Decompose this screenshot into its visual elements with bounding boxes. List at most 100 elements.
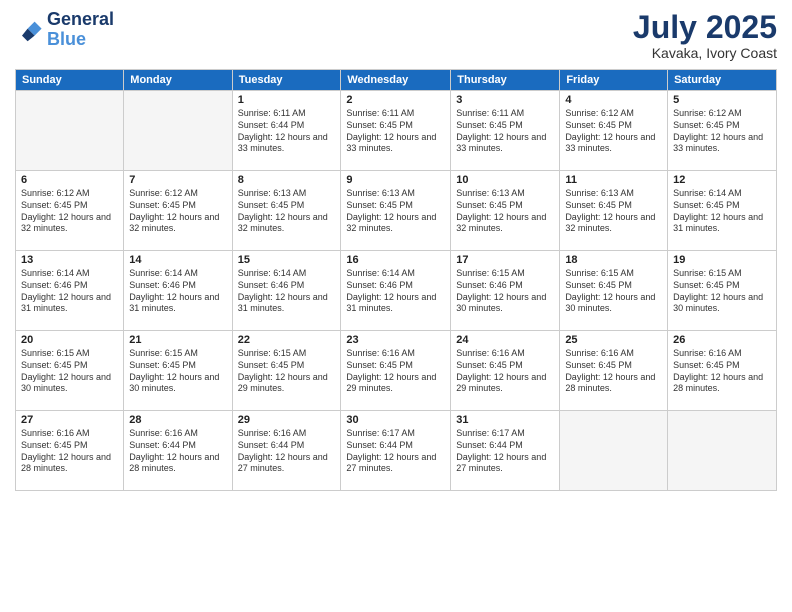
- day-cell: 6Sunrise: 6:12 AMSunset: 6:45 PMDaylight…: [16, 171, 124, 251]
- day-cell: 23 Sunrise: 6:16 AMSunset: 6:45 PMDayligh…: [341, 331, 451, 411]
- day-info: Sunrise: 6:17 AMSunset: 6:44 PMDaylight:…: [456, 428, 554, 475]
- day-info: Sunrise: 6:16 AMSunset: 6:44 PMDaylight:…: [238, 428, 336, 475]
- day-number: 23: [346, 334, 445, 346]
- calendar-body: 1 Sunrise: 6:11 AMSunset: 6:44 PMDaylight…: [16, 91, 777, 491]
- day-cell: 14 Sunrise: 6:14 AMSunset: 6:46 PMDayligh…: [124, 251, 232, 331]
- logo-icon: [15, 16, 43, 44]
- day-cell: [124, 91, 232, 171]
- day-info: Sunrise: 6:17 AMSunset: 6:44 PMDaylight:…: [346, 428, 445, 475]
- day-cell: [560, 411, 668, 491]
- day-number: 2: [346, 94, 445, 106]
- day-info: Sunrise: 6:14 AMSunset: 6:46 PMDaylight:…: [21, 268, 118, 315]
- day-cell: 8Sunrise: 6:13 AMSunset: 6:45 PMDaylight…: [232, 171, 341, 251]
- day-cell: 9Sunrise: 6:13 AMSunset: 6:45 PMDaylight…: [341, 171, 451, 251]
- day-info: Sunrise: 6:16 AMSunset: 6:45 PMDaylight:…: [21, 428, 118, 475]
- week-row-4: 27 Sunrise: 6:16 AMSunset: 6:45 PMDayligh…: [16, 411, 777, 491]
- day-number: 14: [129, 254, 226, 266]
- day-cell: [668, 411, 777, 491]
- logo-line2: Blue: [47, 30, 114, 50]
- day-info: Sunrise: 6:16 AMSunset: 6:45 PMDaylight:…: [565, 348, 662, 395]
- day-info: Sunrise: 6:15 AMSunset: 6:45 PMDaylight:…: [238, 348, 336, 395]
- calendar: SundayMondayTuesdayWednesdayThursdayFrid…: [15, 69, 777, 491]
- day-cell: 3 Sunrise: 6:11 AMSunset: 6:45 PMDaylight…: [451, 91, 560, 171]
- day-header-wednesday: Wednesday: [341, 70, 451, 91]
- day-info: Sunrise: 6:16 AMSunset: 6:45 PMDaylight:…: [346, 348, 445, 395]
- day-info: Sunrise: 6:15 AMSunset: 6:45 PMDaylight:…: [129, 348, 226, 395]
- day-info: Sunrise: 6:13 AMSunset: 6:45 PMDaylight:…: [346, 188, 445, 235]
- day-info: Sunrise: 6:11 AMSunset: 6:45 PMDaylight:…: [346, 108, 445, 155]
- day-cell: 4Sunrise: 6:12 AMSunset: 6:45 PMDaylight…: [560, 91, 668, 171]
- day-number: 30: [346, 414, 445, 426]
- day-number: 11: [565, 174, 662, 186]
- day-number: 21: [129, 334, 226, 346]
- day-cell: 27 Sunrise: 6:16 AMSunset: 6:45 PMDayligh…: [16, 411, 124, 491]
- day-number: 20: [21, 334, 118, 346]
- day-number: 18: [565, 254, 662, 266]
- week-row-3: 20 Sunrise: 6:15 AMSunset: 6:45 PMDayligh…: [16, 331, 777, 411]
- week-row-0: 1 Sunrise: 6:11 AMSunset: 6:44 PMDaylight…: [16, 91, 777, 171]
- day-number: 27: [21, 414, 118, 426]
- day-number: 25: [565, 334, 662, 346]
- day-info: Sunrise: 6:12 AMSunset: 6:45 PMDaylight:…: [129, 188, 226, 235]
- logo: General Blue: [15, 10, 114, 50]
- day-header-saturday: Saturday: [668, 70, 777, 91]
- day-cell: 19 Sunrise: 6:15 AMSunset: 6:45 PMDayligh…: [668, 251, 777, 331]
- title-block: July 2025 Kavaka, Ivory Coast: [633, 10, 777, 61]
- day-info: Sunrise: 6:15 AMSunset: 6:45 PMDaylight:…: [565, 268, 662, 315]
- day-cell: 21 Sunrise: 6:15 AMSunset: 6:45 PMDayligh…: [124, 331, 232, 411]
- day-number: 12: [673, 174, 771, 186]
- day-number: 15: [238, 254, 336, 266]
- day-cell: [16, 91, 124, 171]
- day-cell: 7 Sunrise: 6:12 AMSunset: 6:45 PMDaylight…: [124, 171, 232, 251]
- day-info: Sunrise: 6:16 AMSunset: 6:44 PMDaylight:…: [129, 428, 226, 475]
- day-cell: 13 Sunrise: 6:14 AMSunset: 6:46 PMDayligh…: [16, 251, 124, 331]
- day-number: 24: [456, 334, 554, 346]
- day-info: Sunrise: 6:16 AMSunset: 6:45 PMDaylight:…: [456, 348, 554, 395]
- day-number: 5: [673, 94, 771, 106]
- day-cell: 12Sunrise: 6:14 AMSunset: 6:45 PMDayligh…: [668, 171, 777, 251]
- day-number: 31: [456, 414, 554, 426]
- day-cell: 11Sunrise: 6:13 AMSunset: 6:45 PMDayligh…: [560, 171, 668, 251]
- logo-line1: General: [47, 10, 114, 30]
- day-number: 19: [673, 254, 771, 266]
- day-cell: 30 Sunrise: 6:17 AMSunset: 6:44 PMDayligh…: [341, 411, 451, 491]
- day-cell: 29 Sunrise: 6:16 AMSunset: 6:44 PMDayligh…: [232, 411, 341, 491]
- day-info: Sunrise: 6:11 AMSunset: 6:45 PMDaylight:…: [456, 108, 554, 155]
- day-cell: 15 Sunrise: 6:14 AMSunset: 6:46 PMDayligh…: [232, 251, 341, 331]
- day-number: 7: [129, 174, 226, 186]
- day-number: 10: [456, 174, 554, 186]
- day-cell: 26Sunrise: 6:16 AMSunset: 6:45 PMDayligh…: [668, 331, 777, 411]
- day-cell: 20 Sunrise: 6:15 AMSunset: 6:45 PMDayligh…: [16, 331, 124, 411]
- day-number: 16: [346, 254, 445, 266]
- day-info: Sunrise: 6:13 AMSunset: 6:45 PMDaylight:…: [238, 188, 336, 235]
- day-header-tuesday: Tuesday: [232, 70, 341, 91]
- day-number: 22: [238, 334, 336, 346]
- day-number: 13: [21, 254, 118, 266]
- day-cell: 24 Sunrise: 6:16 AMSunset: 6:45 PMDayligh…: [451, 331, 560, 411]
- day-header-sunday: Sunday: [16, 70, 124, 91]
- week-row-2: 13 Sunrise: 6:14 AMSunset: 6:46 PMDayligh…: [16, 251, 777, 331]
- day-info: Sunrise: 6:15 AMSunset: 6:45 PMDaylight:…: [673, 268, 771, 315]
- day-cell: 16 Sunrise: 6:14 AMSunset: 6:46 PMDayligh…: [341, 251, 451, 331]
- day-cell: 10Sunrise: 6:13 AMSunset: 6:45 PMDayligh…: [451, 171, 560, 251]
- day-number: 28: [129, 414, 226, 426]
- day-info: Sunrise: 6:14 AMSunset: 6:46 PMDaylight:…: [346, 268, 445, 315]
- day-info: Sunrise: 6:15 AMSunset: 6:46 PMDaylight:…: [456, 268, 554, 315]
- day-header-friday: Friday: [560, 70, 668, 91]
- day-info: Sunrise: 6:14 AMSunset: 6:46 PMDaylight:…: [238, 268, 336, 315]
- day-number: 17: [456, 254, 554, 266]
- week-row-1: 6Sunrise: 6:12 AMSunset: 6:45 PMDaylight…: [16, 171, 777, 251]
- day-number: 29: [238, 414, 336, 426]
- day-info: Sunrise: 6:15 AMSunset: 6:45 PMDaylight:…: [21, 348, 118, 395]
- day-header-monday: Monday: [124, 70, 232, 91]
- location-subtitle: Kavaka, Ivory Coast: [633, 45, 777, 61]
- header: General Blue July 2025 Kavaka, Ivory Coa…: [15, 10, 777, 61]
- day-info: Sunrise: 6:16 AMSunset: 6:45 PMDaylight:…: [673, 348, 771, 395]
- day-info: Sunrise: 6:11 AMSunset: 6:44 PMDaylight:…: [238, 108, 336, 155]
- day-info: Sunrise: 6:14 AMSunset: 6:46 PMDaylight:…: [129, 268, 226, 315]
- day-cell: 31 Sunrise: 6:17 AMSunset: 6:44 PMDayligh…: [451, 411, 560, 491]
- day-number: 3: [456, 94, 554, 106]
- day-header-thursday: Thursday: [451, 70, 560, 91]
- day-cell: 28 Sunrise: 6:16 AMSunset: 6:44 PMDayligh…: [124, 411, 232, 491]
- day-number: 1: [238, 94, 336, 106]
